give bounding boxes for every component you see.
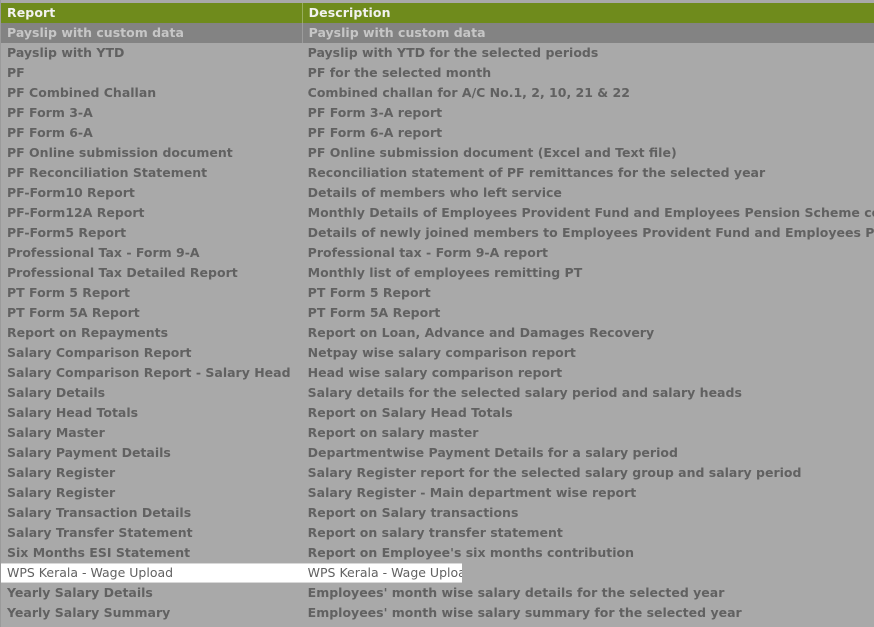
cell-description[interactable]: Netpay wise salary comparison report bbox=[302, 343, 874, 363]
cell-report[interactable]: Salary Transaction Details bbox=[1, 503, 302, 523]
cell-description[interactable]: Payslip with YTD for the selected period… bbox=[302, 43, 874, 63]
cell-description[interactable]: Report on salary transfer statement bbox=[302, 523, 874, 543]
table-row[interactable]: PF Combined Challan Combined challan for … bbox=[1, 83, 874, 103]
cell-report[interactable]: Yearly Salary Summary bbox=[1, 603, 302, 623]
table-row[interactable]: PF Online submission document PF Online s… bbox=[1, 143, 874, 163]
cell-report[interactable]: PF Form 6-A bbox=[1, 123, 302, 143]
report-description-input[interactable]: WPS Kerala - Wage Upload bbox=[301, 563, 463, 583]
cell-description[interactable]: PF Online submission document (Excel and… bbox=[302, 143, 874, 163]
table-row[interactable]: Salary Register Salary Register - Main de… bbox=[1, 483, 874, 503]
cell-description[interactable]: Head wise salary comparison report bbox=[302, 363, 874, 383]
cell-description[interactable]: Report on Salary Head Totals bbox=[302, 403, 874, 423]
table-row[interactable]: PT Form 5A Report PT Form 5A Report bbox=[1, 303, 874, 323]
cell-report[interactable]: Payslip with YTD bbox=[1, 43, 302, 63]
cell-report[interactable]: Salary Transfer Statement bbox=[1, 523, 302, 543]
cell-description[interactable]: Report on salary master bbox=[302, 423, 874, 443]
cell-report[interactable]: Salary Comparison Report - Salary Head bbox=[1, 363, 302, 383]
table-row[interactable]: Professional Tax - Form 9-A Professional … bbox=[1, 243, 874, 263]
cell-report[interactable]: PF-Form10 Report bbox=[1, 183, 302, 203]
column-header-report[interactable]: Report bbox=[1, 3, 302, 23]
cell-report[interactable]: Six Months ESI Statement bbox=[1, 543, 302, 563]
table-row[interactable]: WPS Kerala - Wage Upload WPS Kerala - Wag… bbox=[1, 563, 874, 583]
cell-report[interactable]: Report on Repayments bbox=[1, 323, 302, 343]
cell-report[interactable]: PF bbox=[1, 63, 302, 83]
table-row[interactable]: PF Form 3-A PF Form 3-A report bbox=[1, 103, 874, 123]
cell-description[interactable]: Report on Loan, Advance and Damages Reco… bbox=[302, 323, 874, 343]
cell-description[interactable]: Employees' month wise salary details for… bbox=[302, 583, 874, 603]
cell-description[interactable]: PT Form 5A Report bbox=[302, 303, 874, 323]
table-row[interactable]: Salary Register Salary Register report fo… bbox=[1, 463, 874, 483]
cell-report[interactable]: PF Combined Challan bbox=[1, 83, 302, 103]
table-row[interactable]: PF-Form12A Report Monthly Details of Empl… bbox=[1, 203, 874, 223]
table-row[interactable]: Salary Transfer Statement Report on salar… bbox=[1, 523, 874, 543]
grid-header-row: Report Description bbox=[1, 3, 874, 23]
table-row[interactable]: Yearly Salary Summary Employees' month wi… bbox=[1, 603, 874, 623]
cell-report[interactable]: PT Form 5A Report bbox=[1, 303, 302, 323]
cell-description[interactable]: PF Form 6-A report bbox=[302, 123, 874, 143]
cell-description[interactable]: Report on Employee's six months contribu… bbox=[302, 543, 874, 563]
row-filler bbox=[462, 563, 874, 583]
table-row[interactable]: Payslip with YTD Payslip with YTD for the… bbox=[1, 43, 874, 63]
cell-description[interactable]: Salary details for the selected salary p… bbox=[302, 383, 874, 403]
table-row[interactable]: Salary Master Report on salary master bbox=[1, 423, 874, 443]
cell-report[interactable]: Salary Comparison Report bbox=[1, 343, 302, 363]
table-row[interactable]: PF PF for the selected month bbox=[1, 63, 874, 83]
grid-body: Payslip with custom data Payslip with cus… bbox=[1, 23, 874, 623]
cell-report[interactable]: Salary Master bbox=[1, 423, 302, 443]
cell-report[interactable]: PF-Form12A Report bbox=[1, 203, 302, 223]
cell-report[interactable]: Salary Details bbox=[1, 383, 302, 403]
table-row[interactable]: PF Reconciliation Statement Reconciliatio… bbox=[1, 163, 874, 183]
cell-description[interactable]: Combined challan for A/C No.1, 2, 10, 21… bbox=[302, 83, 874, 103]
cell-report[interactable]: Professional Tax Detailed Report bbox=[1, 263, 302, 283]
table-row[interactable]: PF-Form5 Report Details of newly joined m… bbox=[1, 223, 874, 243]
table-row[interactable]: Report on Repayments Report on Loan, Adva… bbox=[1, 323, 874, 343]
cell-report[interactable]: PF-Form5 Report bbox=[1, 223, 302, 243]
cell-report[interactable]: Yearly Salary Details bbox=[1, 583, 302, 603]
table-row[interactable]: Salary Head Totals Report on Salary Head … bbox=[1, 403, 874, 423]
cell-report[interactable]: Payslip with custom data bbox=[1, 23, 302, 43]
cell-report[interactable]: Professional Tax - Form 9-A bbox=[1, 243, 302, 263]
cell-description[interactable]: PF for the selected month bbox=[302, 63, 874, 83]
cell-description[interactable]: Reconciliation statement of PF remittanc… bbox=[302, 163, 874, 183]
cell-description[interactable]: Report on Salary transactions bbox=[302, 503, 874, 523]
cell-description[interactable]: PT Form 5 Report bbox=[302, 283, 874, 303]
cell-report[interactable]: PF Form 3-A bbox=[1, 103, 302, 123]
table-row[interactable]: Salary Comparison Report Netpay wise sala… bbox=[1, 343, 874, 363]
cell-report[interactable]: Salary Register bbox=[1, 483, 302, 503]
table-row[interactable]: Yearly Salary Details Employees' month wi… bbox=[1, 583, 874, 603]
table-row[interactable]: Salary Payment Details Departmentwise Pay… bbox=[1, 443, 874, 463]
cell-description[interactable]: Monthly Details of Employees Provident F… bbox=[302, 203, 874, 223]
cell-description[interactable]: Salary Register report for the selected … bbox=[302, 463, 874, 483]
report-list-grid[interactable]: Report Description Payslip with custom d… bbox=[0, 0, 874, 627]
cell-description[interactable]: Departmentwise Payment Details for a sal… bbox=[302, 443, 874, 463]
cell-description[interactable]: Details of newly joined members to Emplo… bbox=[302, 223, 874, 243]
column-header-description[interactable]: Description bbox=[301, 3, 874, 23]
cell-report[interactable]: PF Online submission document bbox=[1, 143, 302, 163]
table-row[interactable]: Professional Tax Detailed Report Monthly … bbox=[1, 263, 874, 283]
table-row[interactable]: PT Form 5 Report PT Form 5 Report bbox=[1, 283, 874, 303]
cell-description[interactable]: Professional tax - Form 9-A report bbox=[302, 243, 874, 263]
table-row[interactable]: Salary Details Salary details for the sel… bbox=[1, 383, 874, 403]
cell-report[interactable]: PF Reconciliation Statement bbox=[1, 163, 302, 183]
table-row[interactable]: Salary Comparison Report - Salary Head He… bbox=[1, 363, 874, 383]
cell-report[interactable]: Salary Payment Details bbox=[1, 443, 302, 463]
table-row[interactable]: Salary Transaction Details Report on Sala… bbox=[1, 503, 874, 523]
cell-description[interactable]: Details of members who left service bbox=[302, 183, 874, 203]
cell-description[interactable]: Employees' month wise salary summary for… bbox=[302, 603, 874, 623]
table-row[interactable]: Payslip with custom data Payslip with cus… bbox=[1, 23, 874, 43]
cell-description[interactable]: Payslip with custom data bbox=[301, 23, 874, 43]
cell-description[interactable]: PF Form 3-A report bbox=[302, 103, 874, 123]
table-row[interactable]: PF-Form10 Report Details of members who l… bbox=[1, 183, 874, 203]
cell-report[interactable]: Salary Register bbox=[1, 463, 302, 483]
table-row[interactable]: PF Form 6-A PF Form 6-A report bbox=[1, 123, 874, 143]
cell-report[interactable]: Salary Head Totals bbox=[1, 403, 302, 423]
cell-description[interactable]: Salary Register - Main department wise r… bbox=[302, 483, 874, 503]
report-name-input[interactable]: WPS Kerala - Wage Upload bbox=[1, 563, 302, 583]
cell-report[interactable]: PT Form 5 Report bbox=[1, 283, 302, 303]
table-row[interactable]: Six Months ESI Statement Report on Employ… bbox=[1, 543, 874, 563]
cell-description[interactable]: Monthly list of employees remitting PT bbox=[302, 263, 874, 283]
